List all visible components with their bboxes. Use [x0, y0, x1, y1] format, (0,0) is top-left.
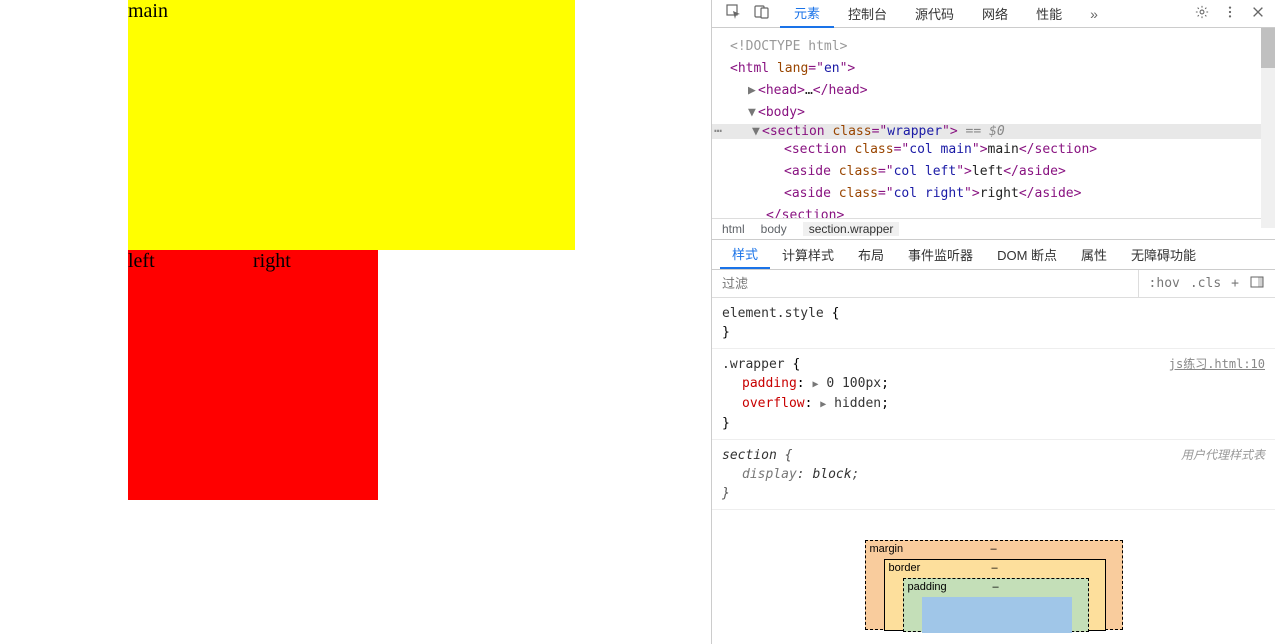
col-right[interactable]: right — [253, 250, 378, 500]
devtools-toolbar: 元素 控制台 源代码 网络 性能 » — [712, 0, 1275, 28]
crumb-html[interactable]: html — [722, 222, 745, 236]
subtab-styles[interactable]: 样式 — [720, 240, 770, 269]
styles-pane[interactable]: element.style {} js练习.html:10 .wrapper {… — [712, 298, 1275, 644]
bm-content — [922, 597, 1072, 633]
tab-sources[interactable]: 源代码 — [901, 0, 968, 28]
dom-tree[interactable]: <!DOCTYPE html> <html lang="en"> ▶<head>… — [712, 28, 1275, 218]
rule-wrapper[interactable]: js练习.html:10 .wrapper { padding: ▶ 0 100… — [712, 349, 1275, 440]
scrollbar-thumb[interactable] — [1261, 28, 1275, 68]
kebab-menu-icon[interactable] — [1223, 5, 1237, 22]
dom-html-open[interactable]: <html lang="en"> — [730, 58, 1263, 80]
cls-button[interactable]: .cls — [1190, 276, 1221, 291]
hov-button[interactable]: :hov — [1149, 276, 1180, 291]
tab-network[interactable]: 网络 — [968, 0, 1022, 28]
crumb-body[interactable]: body — [761, 222, 787, 236]
dom-head[interactable]: ▶<head>…</head> — [730, 80, 1263, 102]
dom-col-main[interactable]: <section class="col main">main</section> — [730, 139, 1263, 161]
breadcrumb: html body section.wrapper — [712, 218, 1275, 240]
page-viewport[interactable]: main left right — [0, 0, 711, 644]
dom-body-open[interactable]: ▼<body> — [730, 102, 1263, 124]
subtab-layout[interactable]: 布局 — [846, 240, 896, 269]
inspect-icon[interactable] — [726, 4, 742, 23]
settings-icon[interactable] — [1195, 5, 1209, 22]
filter-bar: :hov .cls + — [712, 270, 1275, 298]
source-link[interactable]: js练习.html:10 — [1169, 355, 1265, 374]
bm-margin-label: margin — [870, 543, 904, 555]
subtab-computed[interactable]: 计算样式 — [770, 240, 846, 269]
more-tabs-icon[interactable]: » — [1076, 0, 1112, 28]
styles-subtabs: 样式 计算样式 布局 事件监听器 DOM 断点 属性 无障碍功能 — [712, 240, 1275, 270]
wrapper-section[interactable]: main left right — [28, 0, 578, 500]
dom-col-right[interactable]: <aside class="col right">right</aside> — [730, 183, 1263, 205]
bm-padding-val: – — [992, 581, 998, 593]
col-left[interactable]: left — [128, 250, 253, 500]
dom-section-close[interactable]: </section> — [730, 205, 1263, 218]
tab-console[interactable]: 控制台 — [834, 0, 901, 28]
subtab-dom-breakpoints[interactable]: DOM 断点 — [985, 240, 1069, 269]
bm-border-val: – — [991, 562, 997, 574]
subtab-event-listeners[interactable]: 事件监听器 — [896, 240, 985, 269]
filter-input[interactable] — [712, 276, 1138, 291]
dom-wrapper-selected[interactable]: ▼<section class="wrapper"> == $0 — [712, 124, 1263, 139]
rule-section-ua[interactable]: 用户代理样式表 section { display: block; } — [712, 440, 1275, 510]
main-tabs: 元素 控制台 源代码 网络 性能 » — [780, 0, 1195, 28]
bm-border-label: border — [889, 562, 921, 574]
crumb-wrapper[interactable]: section.wrapper — [803, 222, 900, 236]
device-toggle-icon[interactable] — [754, 4, 770, 23]
ua-source: 用户代理样式表 — [1181, 446, 1265, 465]
bm-margin-val: – — [990, 543, 996, 555]
new-rule-button[interactable]: + — [1231, 276, 1239, 291]
box-model[interactable]: margin – border – padding – — [712, 510, 1275, 630]
vertical-scrollbar[interactable] — [1261, 28, 1275, 228]
dom-col-left[interactable]: <aside class="col left">left</aside> — [730, 161, 1263, 183]
close-icon[interactable] — [1251, 5, 1265, 22]
dom-doctype[interactable]: <!DOCTYPE html> — [730, 36, 1263, 58]
bm-padding-label: padding — [908, 581, 947, 593]
tab-performance[interactable]: 性能 — [1022, 0, 1076, 28]
subtab-properties[interactable]: 属性 — [1069, 240, 1119, 269]
tab-elements[interactable]: 元素 — [780, 0, 834, 28]
rule-element-style[interactable]: element.style {} — [712, 298, 1275, 349]
col-main[interactable]: main — [128, 0, 575, 250]
subtab-accessibility[interactable]: 无障碍功能 — [1119, 240, 1208, 269]
toggle-sidebar-icon[interactable] — [1249, 274, 1265, 294]
devtools-panel: 元素 控制台 源代码 网络 性能 » <!DOCTYPE html> <html… — [711, 0, 1275, 644]
